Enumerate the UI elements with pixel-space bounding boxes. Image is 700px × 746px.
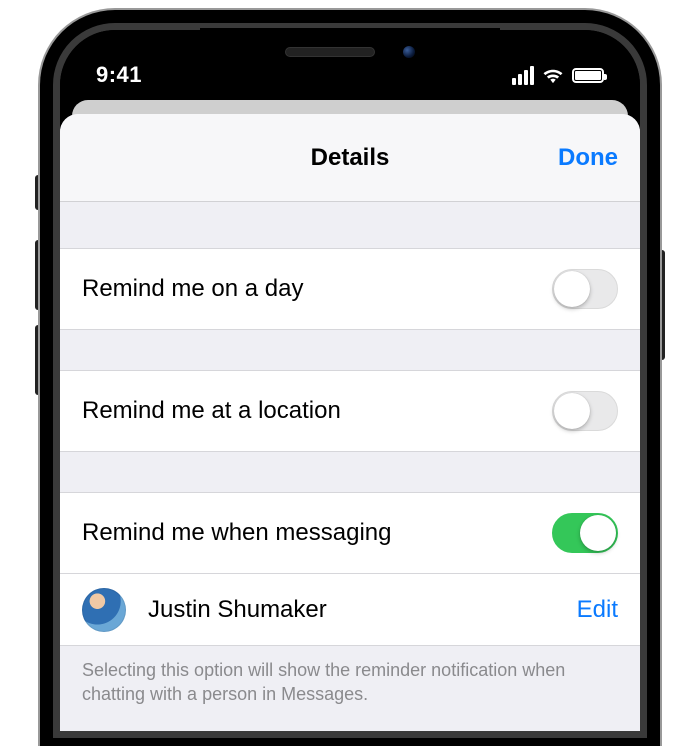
phone-notch: [200, 30, 500, 76]
section-gap: [60, 202, 640, 248]
toggle-remind-messaging[interactable]: [552, 513, 618, 553]
section-gap: [60, 330, 640, 370]
footer-text: Selecting this option will show the remi…: [60, 646, 640, 731]
row-label: Remind me at a location: [82, 397, 552, 425]
status-time: 9:41: [96, 62, 142, 88]
row-remind-day: Remind me on a day: [60, 248, 640, 330]
edit-button[interactable]: Edit: [577, 596, 618, 624]
contact-name: Justin Shumaker: [148, 596, 577, 624]
toggle-remind-day[interactable]: [552, 269, 618, 309]
phone-frame: 9:41: [40, 10, 660, 746]
row-remind-location: Remind me at a location: [60, 370, 640, 452]
camera-icon: [403, 46, 415, 58]
done-button[interactable]: Done: [558, 144, 618, 172]
modal-header: Details Done: [60, 114, 640, 202]
speaker-icon: [285, 47, 375, 57]
toggle-remind-location[interactable]: [552, 391, 618, 431]
details-modal: Details Done Remind me on a day Remind m…: [60, 114, 640, 731]
row-label: Remind me on a day: [82, 275, 552, 303]
row-label: Remind me when messaging: [82, 519, 552, 547]
contact-row: Justin Shumaker Edit: [60, 574, 640, 646]
page-title: Details: [60, 144, 640, 172]
battery-icon: [572, 68, 604, 83]
row-remind-messaging: Remind me when messaging: [60, 492, 640, 574]
avatar: [82, 588, 126, 632]
cellular-signal-icon: [512, 66, 534, 85]
section-gap: [60, 452, 640, 492]
wifi-icon: [542, 66, 564, 84]
